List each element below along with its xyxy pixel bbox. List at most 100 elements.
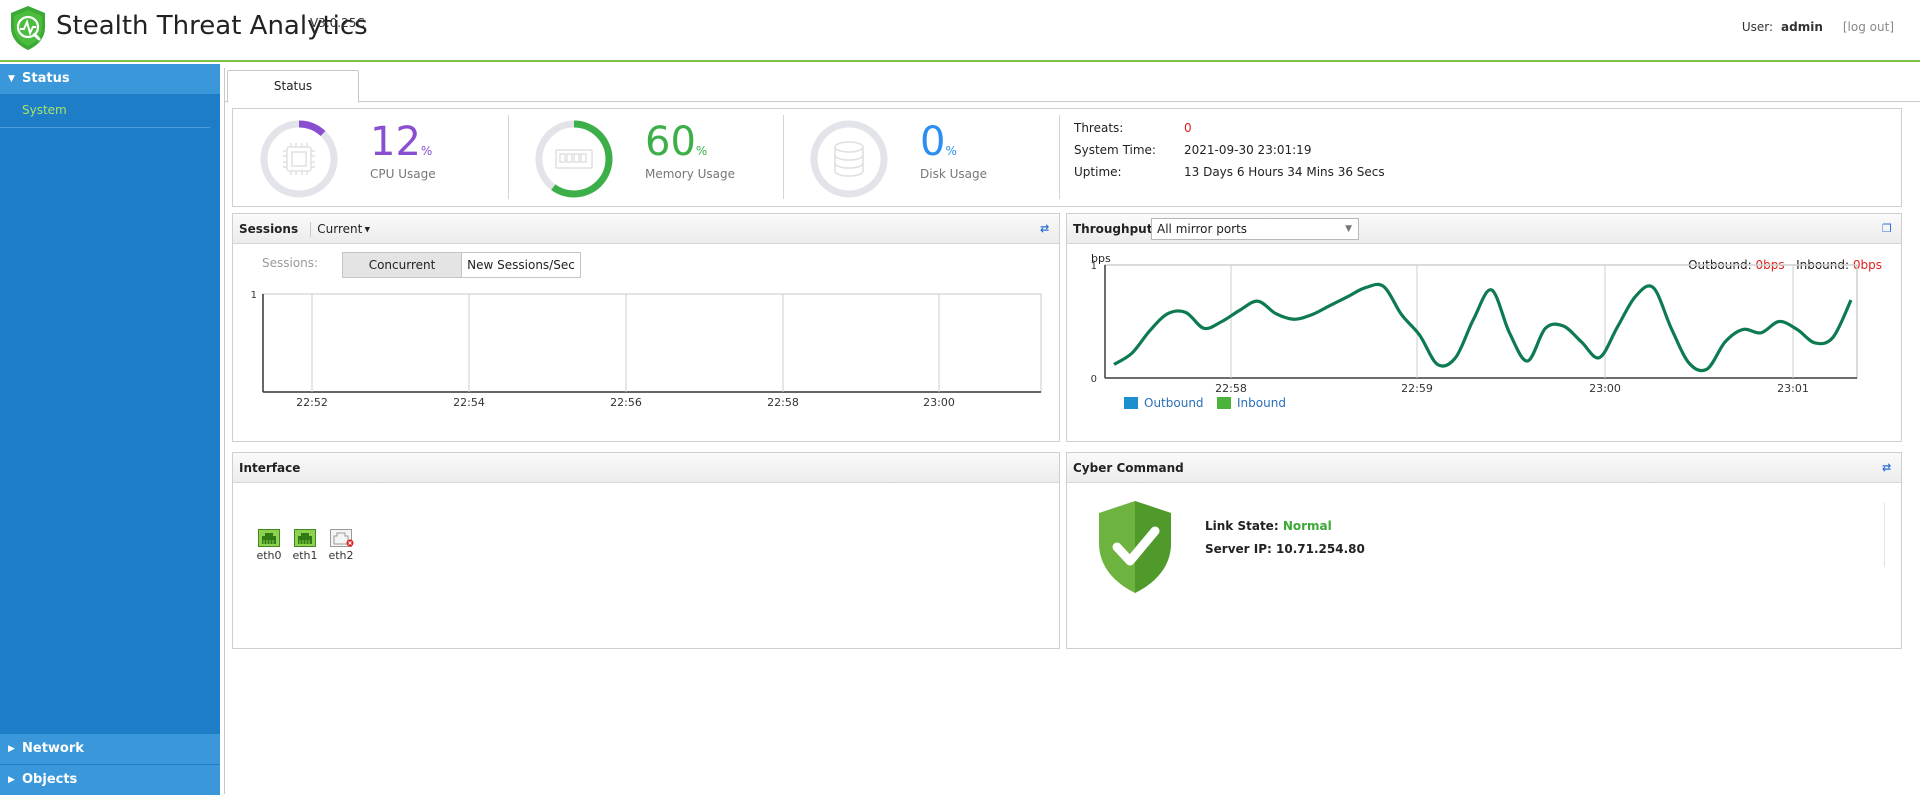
refresh-icon[interactable]: ⇄ bbox=[1040, 223, 1051, 234]
sessions-mode-label: Sessions: bbox=[262, 256, 319, 270]
cpu-usage-label: CPU Usage bbox=[370, 167, 436, 181]
sidebar-item-system[interactable]: System bbox=[0, 94, 210, 128]
memory-usage-label: Memory Usage bbox=[645, 167, 736, 181]
sessions-header: Sessions Current ▼ ⇄ bbox=[233, 214, 1059, 244]
user-area: User: admin [log out] bbox=[1742, 20, 1894, 34]
threats-row: Threats: 0 bbox=[1074, 121, 1192, 135]
mirror-port-select[interactable]: All mirror ports ▼ bbox=[1151, 218, 1359, 240]
interface-title: Interface bbox=[239, 461, 301, 475]
uptime-label: Uptime: bbox=[1074, 165, 1122, 179]
sessions-panel: Sessions Current ▼ ⇄ Sessions: Concurren… bbox=[232, 213, 1060, 442]
tab-status[interactable]: Status bbox=[227, 70, 359, 103]
cyber-command-panel: Cyber Command ⇄ Link State: Normal Serve… bbox=[1066, 452, 1902, 649]
throughput-title: Throughput bbox=[1073, 222, 1153, 236]
cpu-chip-icon bbox=[283, 143, 315, 175]
sessions-filter-dropdown[interactable]: Current ▼ bbox=[310, 222, 370, 237]
system-time-label: System Time: bbox=[1074, 143, 1156, 157]
sidebar-item-status[interactable]: ▼ Status bbox=[0, 64, 220, 94]
caret-down-icon: ▼ bbox=[362, 225, 370, 234]
x-tick-label: 22:58 bbox=[1215, 382, 1247, 395]
throughput-header: Throughput All mirror ports ▼ ❐ bbox=[1067, 214, 1901, 244]
threats-value: 0 bbox=[1184, 121, 1192, 135]
legend-label: Inbound bbox=[1237, 396, 1286, 410]
ethernet-port-down-icon bbox=[330, 529, 354, 547]
window-restore-icon[interactable]: ❐ bbox=[1882, 223, 1893, 234]
caret-down-icon: ▼ bbox=[1345, 224, 1352, 234]
cyber-command-header: Cyber Command ⇄ bbox=[1067, 453, 1901, 483]
memory-usage-value: 60% bbox=[645, 119, 707, 174]
port-label: eth0 bbox=[256, 549, 282, 562]
summary-panel: 12% CPU Usage 60% Memory Usage 0% Disk U… bbox=[232, 108, 1902, 207]
legend-label: Outbound bbox=[1144, 396, 1204, 410]
caret-down-icon: ▼ bbox=[8, 74, 15, 84]
ethernet-port-up-icon bbox=[258, 529, 280, 547]
plot-area bbox=[1104, 264, 1858, 379]
x-tick-label: 23:00 bbox=[923, 396, 955, 409]
cpu-usage-value: 12% bbox=[370, 119, 432, 174]
y-tick-label: 1 bbox=[251, 290, 257, 301]
app-version: V3.0.25C bbox=[310, 16, 365, 30]
x-tick-label: 22:59 bbox=[1401, 382, 1433, 395]
sessions-chart: 1 22:52 22:54 22:56 22:58 23:00 bbox=[251, 290, 1042, 409]
inbound-series-line bbox=[1113, 282, 1853, 373]
sidebar-item-label: Network bbox=[22, 741, 84, 756]
x-tick-label: 23:01 bbox=[1777, 382, 1809, 395]
header: Stealth Threat Analytics V3.0.25C User: a… bbox=[0, 0, 1920, 62]
sidebar: ▼ Status System ▶ Network ▶ Objects bbox=[0, 64, 220, 795]
y-tick-label: 1 bbox=[1091, 261, 1097, 272]
x-tick-label: 22:54 bbox=[453, 396, 485, 409]
logout-link[interactable]: [log out] bbox=[1843, 20, 1894, 34]
server-ip: Server IP: 10.71.254.80 bbox=[1205, 542, 1365, 556]
divider bbox=[783, 115, 784, 199]
logo-shield-icon bbox=[11, 6, 45, 50]
mirror-port-value: All mirror ports bbox=[1157, 222, 1248, 236]
divider bbox=[1884, 503, 1885, 567]
legend-swatch bbox=[1217, 397, 1231, 409]
memory-gauge bbox=[535, 120, 613, 198]
cpu-unit: % bbox=[420, 144, 433, 158]
tab-bar: Status bbox=[225, 68, 1920, 103]
refresh-icon[interactable]: ⇄ bbox=[1882, 462, 1893, 473]
database-icon bbox=[834, 141, 864, 177]
link-state: Link State: Normal bbox=[1205, 519, 1332, 533]
uptime-value: 13 Days 6 Hours 34 Mins 36 Secs bbox=[1184, 165, 1385, 179]
cpu-value: 12 bbox=[370, 119, 421, 165]
divider bbox=[1059, 115, 1060, 199]
legend-swatch bbox=[1124, 397, 1138, 409]
port-eth1[interactable]: eth1 bbox=[291, 529, 319, 562]
sidebar-item-objects[interactable]: ▶ Objects bbox=[0, 765, 220, 795]
sessions-toolbar: Sessions: Concurrent New Sessions/Sec bbox=[233, 252, 1059, 280]
link-state-label: Link State: bbox=[1205, 519, 1279, 533]
plot-area bbox=[262, 293, 1042, 393]
y-tick-label: 0 bbox=[1091, 374, 1097, 385]
throughput-chart: bps1022:58 22:59 23:00 23:01Outbound Inbound bbox=[1091, 252, 1858, 410]
cyber-command-title: Cyber Command bbox=[1073, 461, 1184, 475]
sidebar-item-network[interactable]: ▶ Network bbox=[0, 734, 220, 764]
caret-right-icon: ▶ bbox=[8, 775, 15, 785]
link-state-value: Normal bbox=[1282, 519, 1332, 533]
concurrent-button[interactable]: Concurrent bbox=[342, 252, 462, 278]
uptime-row: Uptime: 13 Days 6 Hours 34 Mins 36 Secs bbox=[1074, 165, 1385, 179]
x-tick-label: 22:52 bbox=[296, 396, 328, 409]
interface-header: Interface bbox=[233, 453, 1059, 483]
disk-unit: % bbox=[945, 144, 957, 158]
new-sessions-button[interactable]: New Sessions/Sec bbox=[461, 252, 581, 278]
memory-module-icon bbox=[555, 149, 593, 169]
disk-usage-label: Disk Usage bbox=[920, 167, 987, 181]
ethernet-port-up-icon bbox=[294, 529, 316, 547]
sidebar-item-label: Objects bbox=[22, 772, 78, 787]
sessions-filter-value: Current bbox=[317, 222, 363, 236]
cpu-gauge bbox=[260, 120, 338, 198]
divider bbox=[508, 115, 509, 199]
port-eth2[interactable]: eth2 bbox=[327, 529, 355, 562]
user-label: User: bbox=[1741, 20, 1774, 34]
shield-check-icon bbox=[1099, 501, 1171, 593]
sessions-title: Sessions bbox=[239, 222, 299, 236]
port-eth0[interactable]: eth0 bbox=[255, 529, 283, 562]
caret-right-icon: ▶ bbox=[8, 744, 15, 754]
x-tick-label: 22:56 bbox=[610, 396, 642, 409]
threats-label: Threats: bbox=[1074, 121, 1124, 135]
disk-usage-value: 0% bbox=[920, 119, 957, 174]
port-label: eth1 bbox=[292, 549, 318, 562]
x-tick-label: 22:58 bbox=[767, 396, 799, 409]
